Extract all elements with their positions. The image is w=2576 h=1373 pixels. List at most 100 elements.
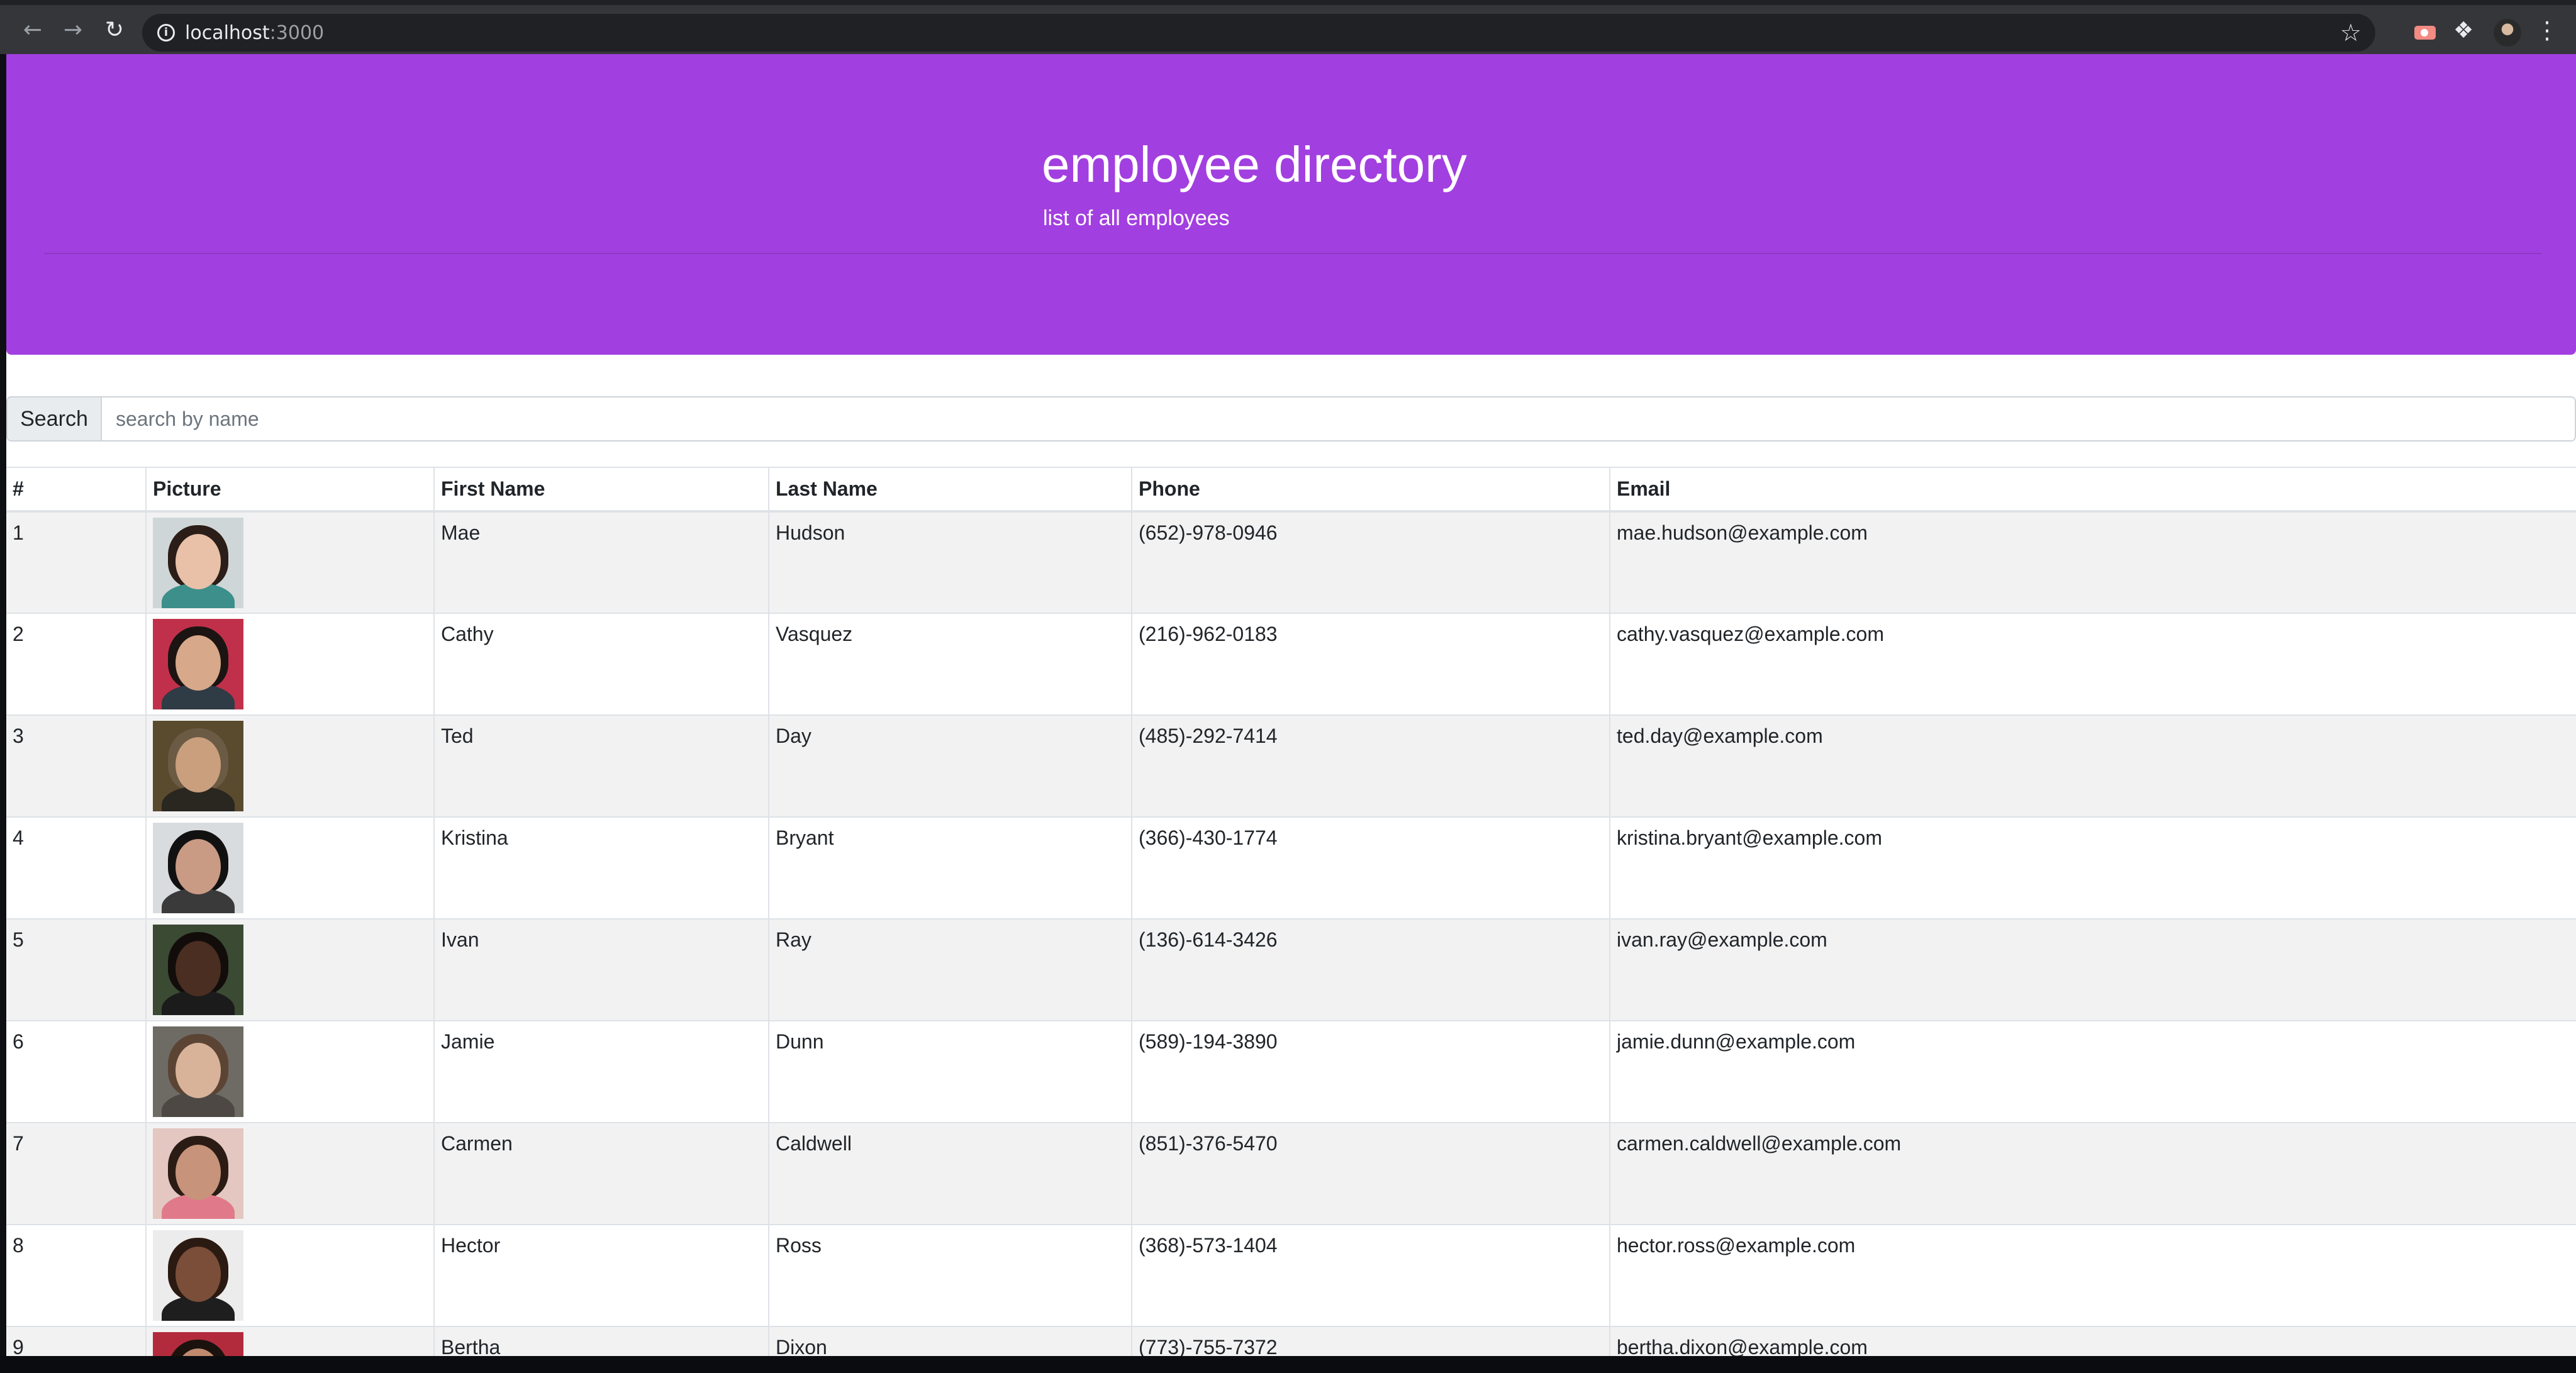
employee-photo: [153, 1230, 243, 1321]
cell-picture: [145, 511, 434, 613]
photo-face: [176, 1247, 221, 1302]
menu-dots-icon[interactable]: ⋮: [2535, 16, 2559, 44]
table-row: 8 Hector Ross (368)-573-1404 hector.ross@exa…: [6, 1224, 2576, 1326]
photo-face: [176, 1145, 221, 1200]
cell-last-name: Dixon: [768, 1326, 1132, 1356]
page-title: employee directory: [1042, 136, 1467, 192]
photo-face: [176, 839, 221, 894]
cell-first-name: Jamie: [433, 1020, 769, 1123]
address-bar[interactable]: i localhost:3000 ☆: [142, 14, 2375, 52]
cell-last-name: Vasquez: [768, 613, 1132, 715]
cell-first-name: Hector: [433, 1224, 769, 1326]
cell-first-name: Cathy: [433, 613, 769, 715]
cell-last-name: Ray: [768, 918, 1132, 1021]
profile-avatar[interactable]: [2494, 19, 2521, 47]
employee-photo: [153, 1128, 243, 1219]
cell-last-name: Bryant: [768, 816, 1132, 919]
photo-face: [176, 737, 221, 792]
cell-phone: (652)-978-0946: [1131, 511, 1610, 613]
record-extension-icon[interactable]: [2414, 26, 2436, 40]
column-header-picture[interactable]: Picture: [145, 467, 434, 513]
cell-number: 7: [6, 1122, 146, 1225]
employee-table: # Picture First Name Last Name Phone Ema…: [6, 467, 2576, 1356]
cell-email: hector.ross@example.com: [1609, 1224, 2576, 1326]
cell-email: mae.hudson@example.com: [1609, 511, 2576, 613]
table-row: 4 Kristina Bryant (366)-430-1774 kristina.br…: [6, 816, 2576, 919]
cell-last-name: Day: [768, 714, 1132, 817]
cell-picture: [145, 816, 434, 919]
page-subtitle: list of all employees: [1043, 206, 1230, 230]
url-host: localhost: [185, 22, 270, 44]
cell-picture: [145, 1122, 434, 1225]
cell-email: ted.day@example.com: [1609, 714, 2576, 817]
search-input[interactable]: [102, 396, 2576, 442]
column-header-number[interactable]: #: [6, 467, 146, 513]
table-header-row: # Picture First Name Last Name Phone Ema…: [6, 467, 2576, 513]
search-label: Search: [6, 396, 102, 442]
column-header-phone[interactable]: Phone: [1131, 467, 1610, 513]
puzzle-icon[interactable]: ❖: [2453, 18, 2473, 43]
forward-icon[interactable]: →: [57, 14, 89, 47]
reload-icon[interactable]: ↻: [98, 14, 131, 47]
employee-photo: [153, 925, 243, 1015]
cell-phone: (485)-292-7414: [1131, 714, 1610, 817]
cell-number: 3: [6, 714, 146, 817]
header-banner: employee directory list of all employees: [6, 54, 2576, 355]
table-row: 9 Bertha Dixon (773)-755-7372 bertha.dixon@e…: [6, 1326, 2576, 1356]
cell-email: cathy.vasquez@example.com: [1609, 613, 2576, 715]
column-header-first-name[interactable]: First Name: [433, 467, 769, 513]
cell-picture: [145, 1224, 434, 1326]
cell-first-name: Mae: [433, 511, 769, 613]
header-divider: [44, 253, 2541, 254]
cell-email: carmen.caldwell@example.com: [1609, 1122, 2576, 1225]
employee-table-container: # Picture First Name Last Name Phone Ema…: [6, 467, 2576, 1356]
employee-photo: [153, 721, 243, 811]
info-icon[interactable]: i: [157, 24, 175, 42]
star-icon[interactable]: ☆: [2340, 19, 2361, 47]
back-icon[interactable]: ←: [16, 14, 49, 47]
cell-last-name: Hudson: [768, 511, 1132, 613]
cell-first-name: Kristina: [433, 816, 769, 919]
cell-picture: [145, 1326, 434, 1356]
cell-picture: [145, 613, 434, 715]
cell-number: 1: [6, 511, 146, 613]
cell-email: kristina.bryant@example.com: [1609, 816, 2576, 919]
desktop-background: [0, 1356, 2576, 1373]
cell-number: 8: [6, 1224, 146, 1326]
cell-number: 5: [6, 918, 146, 1021]
cell-picture: [145, 714, 434, 817]
table-row: 7 Carmen Caldwell (851)-376-5470 carmen.cald…: [6, 1122, 2576, 1225]
cell-picture: [145, 1020, 434, 1123]
url-text[interactable]: localhost:3000: [185, 22, 324, 44]
browser-toolbar: ← → ↻ i localhost:3000 ☆ ❖ ⋮: [0, 0, 2576, 54]
column-header-email[interactable]: Email: [1609, 467, 2576, 513]
cell-phone: (851)-376-5470: [1131, 1122, 1610, 1225]
employee-photo: [153, 1332, 243, 1356]
column-header-last-name[interactable]: Last Name: [768, 467, 1132, 513]
cell-first-name: Ted: [433, 714, 769, 817]
photo-face: [176, 635, 221, 691]
photo-face: [176, 941, 221, 996]
photo-face: [176, 1043, 221, 1098]
table-row: 5 Ivan Ray (136)-614-3426 ivan.ray@example.c…: [6, 918, 2576, 1021]
employee-photo: [153, 518, 243, 608]
cell-first-name: Bertha: [433, 1326, 769, 1356]
cell-number: 9: [6, 1326, 146, 1356]
page-viewport: employee directory list of all employees…: [6, 54, 2576, 1356]
cell-number: 4: [6, 816, 146, 919]
employee-photo: [153, 823, 243, 913]
cell-email: bertha.dixon@example.com: [1609, 1326, 2576, 1356]
cell-phone: (589)-194-3890: [1131, 1020, 1610, 1123]
cell-last-name: Caldwell: [768, 1122, 1132, 1225]
cell-phone: (368)-573-1404: [1131, 1224, 1610, 1326]
employee-photo: [153, 619, 243, 709]
cell-phone: (773)-755-7372: [1131, 1326, 1610, 1356]
cell-picture: [145, 918, 434, 1021]
cell-email: ivan.ray@example.com: [1609, 918, 2576, 1021]
table-row: 2 Cathy Vasquez (216)-962-0183 cathy.vasquez…: [6, 613, 2576, 715]
search-group: Search: [6, 396, 2576, 442]
cell-phone: (136)-614-3426: [1131, 918, 1610, 1021]
cell-number: 6: [6, 1020, 146, 1123]
cell-phone: (366)-430-1774: [1131, 816, 1610, 919]
cell-last-name: Ross: [768, 1224, 1132, 1326]
